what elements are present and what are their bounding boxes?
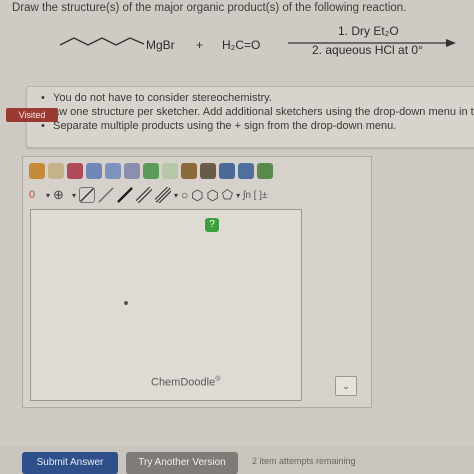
eraser-icon[interactable] [67, 163, 83, 179]
pentagon-icon[interactable]: ⬠ [222, 187, 233, 203]
wedge-bond-icon[interactable] [117, 187, 134, 203]
paste-icon[interactable] [200, 163, 216, 179]
chevron-down-icon: ⌄ [342, 381, 350, 391]
attempts-remaining: 2 item attempts remaining [252, 456, 356, 466]
zoom-in-icon[interactable] [219, 163, 235, 179]
pan-hand-icon[interactable] [29, 163, 45, 179]
toolbar-row-2: 0 ▾ ⊕ ▾ ▾ ○ ⬡ ⬡ ⬠ ▾ ʃn [ ]± [29, 185, 267, 205]
alkyl-chain [59, 37, 145, 46]
settings-icon[interactable] [257, 163, 273, 179]
cyclopropane-icon[interactable]: ○ [181, 188, 188, 202]
lookup-icon[interactable] [124, 163, 140, 179]
question-prompt: Draw the structure(s) of the major organ… [12, 2, 407, 14]
ring-template-icon[interactable] [86, 163, 102, 179]
clear-icon[interactable] [181, 163, 197, 179]
bond-dropdown-icon[interactable]: ▾ [174, 191, 178, 200]
chem-sketcher: 0 ▾ ⊕ ▾ ▾ ○ ⬡ ⬡ ⬠ ▾ ʃn [ ]± ? ChemDoodle… [22, 156, 372, 408]
submit-answer-button[interactable]: Submit Answer [22, 452, 118, 474]
charge-dropdown-icon[interactable]: ▾ [46, 191, 50, 200]
charge-selector[interactable]: 0 [29, 189, 43, 201]
instruction-item: aw one structure per sketcher. Add addit… [41, 105, 474, 119]
instruction-item: Separate multiple products using the + s… [41, 119, 474, 133]
help-badge[interactable]: ? [205, 218, 219, 232]
single-bond-icon[interactable] [79, 187, 96, 203]
lasso-icon[interactable] [48, 163, 64, 179]
benzene-icon[interactable]: ⬡ [191, 187, 203, 204]
template-library-icon[interactable] [105, 163, 121, 179]
reagent-formaldehyde: H₂C=O [222, 38, 261, 52]
instructions-box: You do not have to consider stereochemis… [26, 86, 474, 148]
reaction-plus: + [196, 38, 204, 52]
visited-badge: Visited [6, 108, 58, 122]
redo-icon[interactable] [162, 163, 178, 179]
reagent-grignard: MgBr [146, 38, 175, 52]
try-another-version-button[interactable]: Try Another Version [126, 452, 238, 474]
condition-step-1: 1. Dry Et₂O [338, 24, 399, 38]
toolbar-row-1 [29, 161, 273, 181]
chemdoodle-brand: ChemDoodle® [151, 376, 220, 389]
text-tools[interactable]: ʃn [ ]± [243, 190, 267, 201]
undo-icon[interactable] [143, 163, 159, 179]
hexagon-icon[interactable]: ⬡ [207, 187, 219, 204]
reaction-scheme: MgBr + H₂C=O 1. Dry Et₂O 2. aqueous HCl … [0, 22, 474, 72]
registered-mark: ® [215, 376, 221, 383]
dashed-bond-icon[interactable] [98, 187, 115, 203]
ring-dropdown-icon[interactable]: ▾ [236, 191, 240, 200]
double-bond-icon[interactable] [136, 187, 153, 203]
charge-plus-dropdown-icon[interactable]: ▾ [72, 191, 76, 200]
instructions-list: You do not have to consider stereochemis… [41, 91, 474, 133]
arrow-head [446, 39, 456, 47]
canvas-dot [124, 301, 128, 305]
brand-name: ChemDoodle [151, 376, 216, 389]
instruction-item: You do not have to consider stereochemis… [41, 91, 474, 105]
drawing-canvas[interactable]: ? ChemDoodle® [30, 209, 302, 401]
sketcher-dropdown[interactable]: ⌄ [335, 376, 357, 396]
condition-step-2: 2. aqueous HCl at 0° [312, 43, 423, 57]
triple-bond-icon[interactable] [155, 187, 172, 203]
zoom-out-icon[interactable] [238, 163, 254, 179]
add-charge-button[interactable]: ⊕ [53, 187, 69, 203]
